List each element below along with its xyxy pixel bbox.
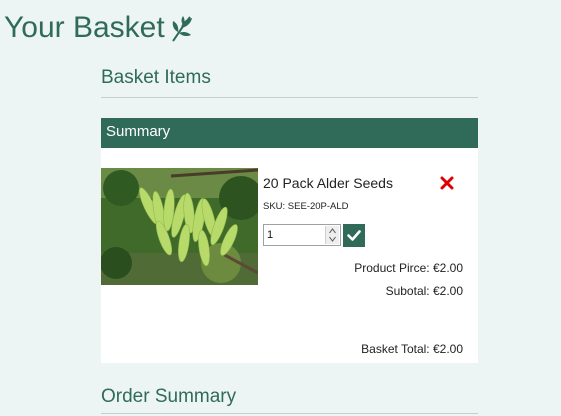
product-name[interactable]: 20 Pack Alder Seeds [263, 175, 393, 191]
close-icon [440, 176, 454, 190]
remove-item-button[interactable] [440, 176, 454, 190]
basket-total-label: Basket Total: [361, 342, 430, 356]
summary-card: Summary 20 Pack Alder Seeds SKU: SEE-20P… [101, 118, 478, 363]
subtotal-line: Subotal: €2.00 [386, 284, 463, 298]
page-title-text: Your Basket [4, 11, 165, 44]
summary-header: Summary [101, 118, 478, 148]
product-image-graphic [101, 168, 258, 285]
product-price-line: Product Pirce: €2.00 [354, 261, 463, 275]
basket-total-value: €2.00 [432, 342, 463, 356]
order-summary-heading: Order Summary [101, 386, 237, 407]
product-image [101, 168, 258, 285]
subtotal-value: €2.00 [432, 284, 463, 298]
page-title: Your Basket [4, 10, 194, 46]
basket-total-line: Basket Total: €2.00 [361, 342, 463, 356]
section-divider [101, 413, 478, 414]
chevron-up-icon[interactable] [329, 228, 336, 234]
update-quantity-button[interactable] [343, 224, 365, 247]
leaf-icon [171, 16, 192, 42]
check-icon [347, 230, 361, 241]
product-price-label: Product Pirce: [354, 261, 430, 275]
basket-items-heading: Basket Items [101, 67, 211, 88]
product-sku: SKU: SEE-20P-ALD [263, 201, 349, 212]
subtotal-label: Subotal: [385, 284, 430, 298]
quantity-stepper[interactable] [325, 226, 339, 244]
section-divider [101, 97, 478, 98]
product-price-value: €2.00 [432, 261, 463, 275]
chevron-down-icon[interactable] [329, 236, 336, 242]
